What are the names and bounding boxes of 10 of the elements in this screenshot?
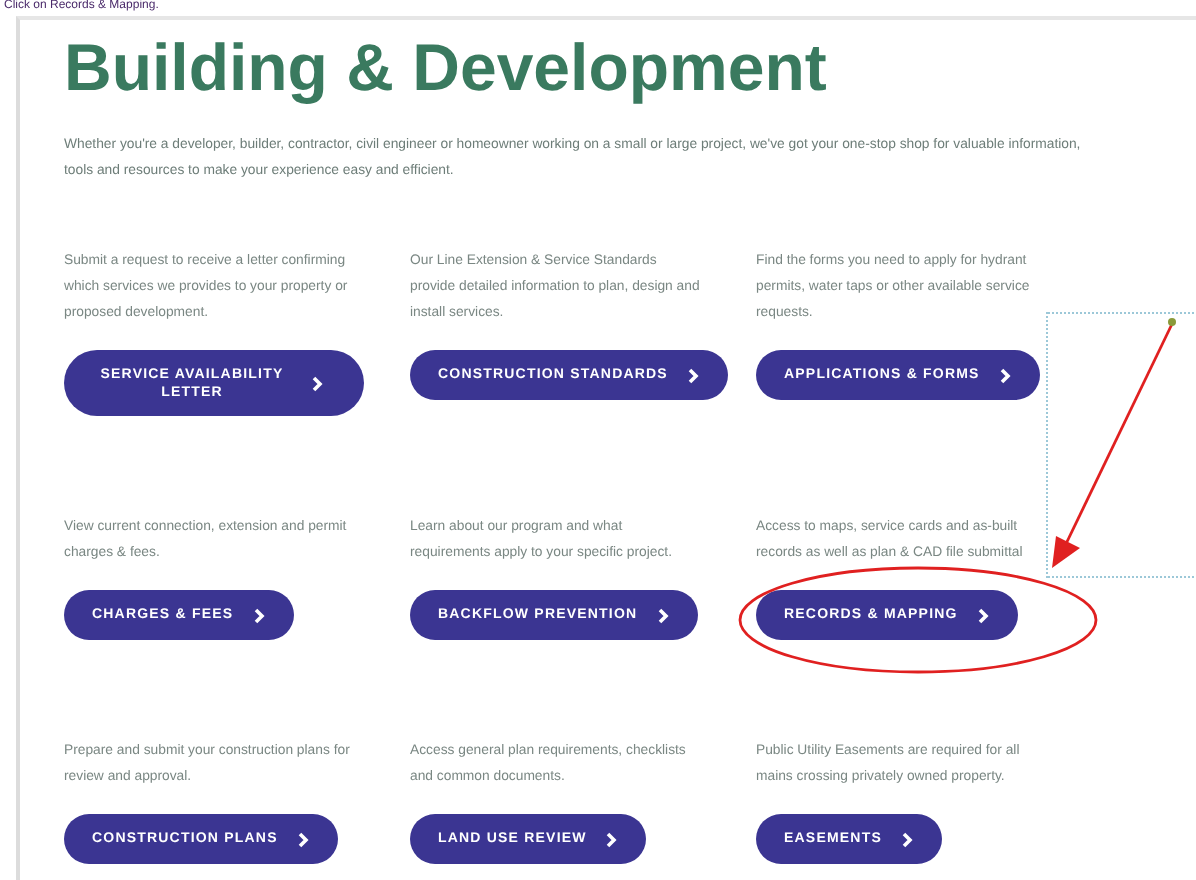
chevron-icon	[312, 375, 324, 391]
page-title: Building & Development	[64, 32, 829, 104]
chevron-icon	[606, 831, 619, 847]
chevron-icon	[253, 607, 266, 623]
chevron-icon	[687, 367, 700, 383]
chevron-icon	[901, 831, 914, 847]
chevron-icon	[977, 607, 990, 623]
chevron-icon	[999, 367, 1012, 383]
chevron-icon	[297, 831, 310, 847]
chevron-icon	[657, 607, 670, 623]
